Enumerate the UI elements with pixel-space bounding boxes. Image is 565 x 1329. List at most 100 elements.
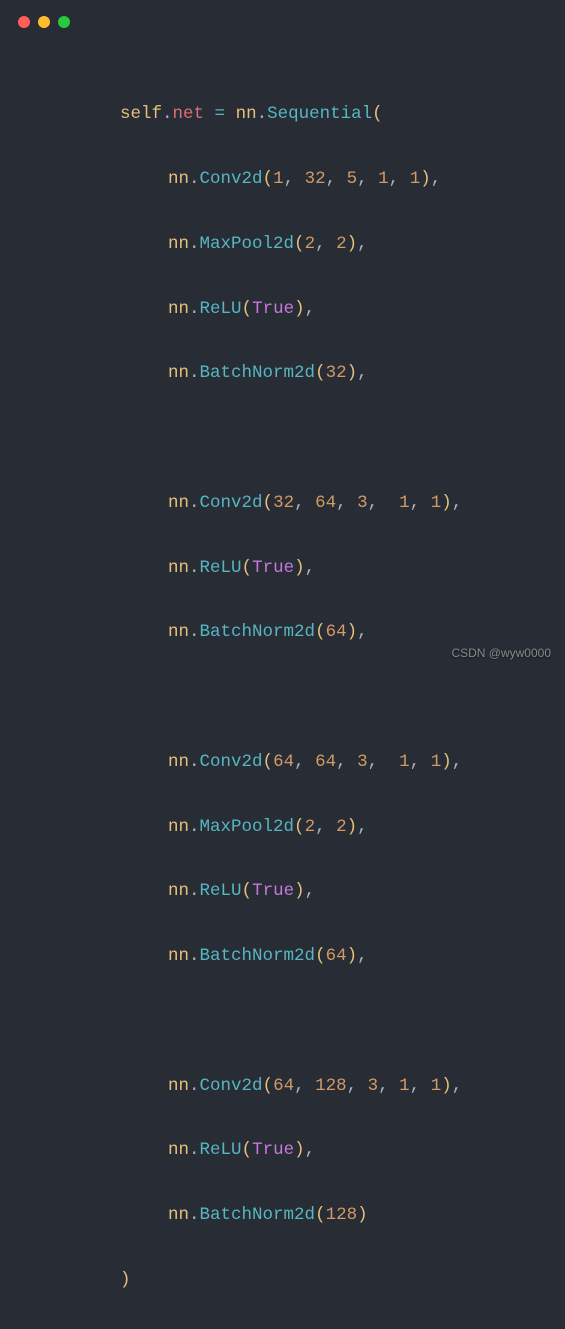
token-dot: . xyxy=(189,234,200,254)
token-module: nn xyxy=(168,363,189,383)
token-fn: BatchNorm2d xyxy=(200,363,316,383)
token-num: 3 xyxy=(357,752,368,772)
token-fn: ReLU xyxy=(200,299,242,319)
token-fn: ReLU xyxy=(200,881,242,901)
token-paren: ( xyxy=(315,946,326,966)
code-line: nn.ReLU(True), xyxy=(120,552,462,584)
token-paren: ) xyxy=(294,558,305,578)
token-num: 64 xyxy=(326,622,347,642)
token-comma: , xyxy=(305,881,316,901)
token-comma: , xyxy=(431,169,442,189)
code-line: nn.BatchNorm2d(32), xyxy=(120,357,462,389)
blank-line xyxy=(120,1005,462,1037)
token-comma: , xyxy=(326,169,347,189)
token-num: 32 xyxy=(326,363,347,383)
token-module: nn xyxy=(168,493,189,513)
code-line: self.net = nn.Sequential( xyxy=(120,98,462,130)
token-comma: , xyxy=(357,169,378,189)
minimize-icon[interactable] xyxy=(38,16,50,28)
token-bool: True xyxy=(252,299,294,319)
token-fn: Conv2d xyxy=(200,752,263,772)
token-comma: , xyxy=(357,622,368,642)
token-num: 1 xyxy=(378,169,389,189)
token-module: nn xyxy=(168,299,189,319)
code-block: self.net = nn.Sequential( nn.Conv2d(1, 3… xyxy=(120,66,462,1329)
token-paren: ) xyxy=(120,1270,131,1290)
token-comma: , xyxy=(378,1076,399,1096)
token-comma: , xyxy=(452,493,463,513)
token-num: 2 xyxy=(305,234,316,254)
token-dot: . xyxy=(189,946,200,966)
watermark-text: CSDN @wyw0000 xyxy=(451,642,551,664)
token-module: nn xyxy=(168,1205,189,1225)
token-dot: . xyxy=(189,1076,200,1096)
token-comma: , xyxy=(389,169,410,189)
token-paren: ) xyxy=(294,299,305,319)
token-fn: MaxPool2d xyxy=(200,234,295,254)
token-self: self xyxy=(120,104,162,124)
token-num: 1 xyxy=(399,752,410,772)
token-fn: Conv2d xyxy=(200,493,263,513)
token-module: nn xyxy=(168,881,189,901)
token-comma: , xyxy=(452,1076,463,1096)
code-line: nn.BatchNorm2d(64), xyxy=(120,616,462,648)
token-paren: ( xyxy=(263,1076,274,1096)
token-num: 3 xyxy=(368,1076,379,1096)
token-num: 3 xyxy=(357,493,368,513)
token-module: nn xyxy=(168,169,189,189)
code-line: ) xyxy=(120,1264,462,1296)
token-bool: True xyxy=(252,881,294,901)
token-fn: ReLU xyxy=(200,1140,242,1160)
token-dot: . xyxy=(189,752,200,772)
token-fn: BatchNorm2d xyxy=(200,1205,316,1225)
code-line: nn.MaxPool2d(2, 2), xyxy=(120,228,462,260)
token-dot: . xyxy=(189,881,200,901)
token-fn: Sequential xyxy=(267,104,372,124)
token-paren: ( xyxy=(372,104,383,124)
token-paren: ) xyxy=(420,169,431,189)
token-num: 128 xyxy=(326,1205,358,1225)
token-paren: ) xyxy=(294,1140,305,1160)
token-dot: . xyxy=(257,104,268,124)
token-comma: , xyxy=(284,169,305,189)
token-num: 64 xyxy=(315,752,336,772)
token-comma: , xyxy=(315,817,336,837)
close-icon[interactable] xyxy=(18,16,30,28)
token-num: 1 xyxy=(399,1076,410,1096)
token-fn: Conv2d xyxy=(200,169,263,189)
token-dot: . xyxy=(189,169,200,189)
code-line: nn.Conv2d(32, 64, 3, 1, 1), xyxy=(120,487,462,519)
token-bool: True xyxy=(252,1140,294,1160)
token-paren: ( xyxy=(294,234,305,254)
token-module: nn xyxy=(168,817,189,837)
token-module: nn xyxy=(168,946,189,966)
token-comma: , xyxy=(294,493,315,513)
token-fn: Conv2d xyxy=(200,1076,263,1096)
code-line: nn.ReLU(True), xyxy=(120,875,462,907)
token-num: 64 xyxy=(273,752,294,772)
token-comma: , xyxy=(368,493,400,513)
token-paren: ( xyxy=(263,493,274,513)
token-num: 1 xyxy=(431,752,442,772)
blank-line xyxy=(120,422,462,454)
token-comma: , xyxy=(305,1140,316,1160)
token-comma: , xyxy=(357,363,368,383)
token-num: 5 xyxy=(347,169,358,189)
token-fn: ReLU xyxy=(200,558,242,578)
code-line: nn.Conv2d(1, 32, 5, 1, 1), xyxy=(120,163,462,195)
token-paren: ( xyxy=(242,558,253,578)
token-paren: ) xyxy=(441,752,452,772)
token-num: 64 xyxy=(326,946,347,966)
token-paren: ) xyxy=(347,817,358,837)
token-fn: BatchNorm2d xyxy=(200,622,316,642)
token-num: 1 xyxy=(410,169,421,189)
token-dot: . xyxy=(189,1205,200,1225)
token-module: nn xyxy=(236,104,257,124)
token-fn: MaxPool2d xyxy=(200,817,295,837)
token-dot: . xyxy=(189,558,200,578)
token-comma: , xyxy=(294,752,315,772)
maximize-icon[interactable] xyxy=(58,16,70,28)
token-num: 64 xyxy=(273,1076,294,1096)
token-paren: ) xyxy=(441,493,452,513)
token-num: 1 xyxy=(431,1076,442,1096)
